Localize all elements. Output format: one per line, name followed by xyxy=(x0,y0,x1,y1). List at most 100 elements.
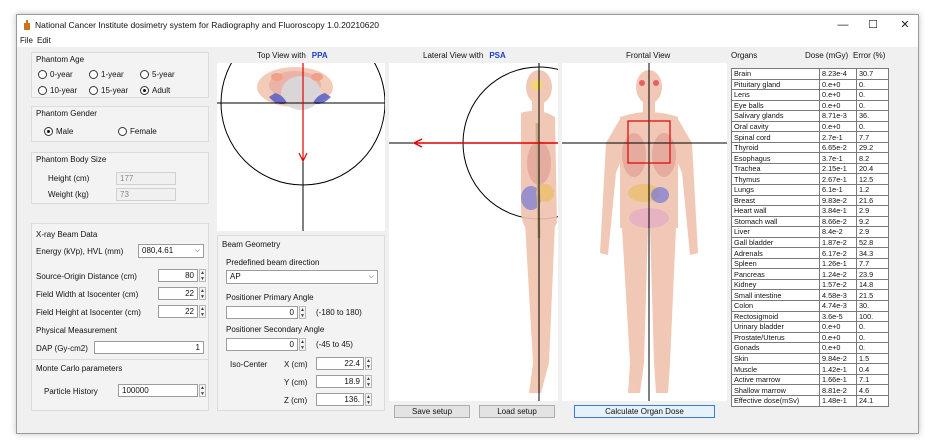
table-row[interactable]: Esophagus 3.7e-1 8.2 xyxy=(731,152,889,164)
primary-angle-spinner[interactable]: ▲ ▼ xyxy=(299,306,306,319)
table-row[interactable]: Active marrow 1.66e-1 7.1 xyxy=(731,373,889,386)
iso-y-spinner[interactable]: ▲ ▼ xyxy=(365,375,372,388)
minimize-icon[interactable]: — xyxy=(835,18,851,32)
frontal-view[interactable] xyxy=(562,63,727,401)
table-row[interactable]: Spinal cord 2.7e-1 7.7 xyxy=(731,131,889,143)
field-height-spinner[interactable]: ▲ ▼ xyxy=(199,305,206,318)
dap-input[interactable]: 1 xyxy=(94,341,204,354)
top-view[interactable] xyxy=(217,63,385,231)
lateral-view[interactable] xyxy=(389,63,558,401)
maximize-icon[interactable]: ☐ xyxy=(865,18,881,32)
energy-select[interactable]: 080,4.61 ⌵ xyxy=(138,244,204,258)
table-row[interactable]: Thyroid 6.65e-2 29.2 xyxy=(731,141,889,154)
organ-error-cell: 7.1 xyxy=(856,373,889,386)
table-row[interactable]: Urinary bladder 0.e+0 0. xyxy=(731,321,889,333)
organ-dose-cell: 0.e+0 xyxy=(819,99,857,112)
organ-dose-cell: 0.e+0 xyxy=(819,78,857,91)
table-row[interactable]: Muscle 1.42e-1 0.4 xyxy=(731,363,889,375)
secondary-angle-spinner[interactable]: ▲ ▼ xyxy=(299,338,306,351)
table-row[interactable]: Skin 9.84e-2 1.5 xyxy=(731,352,889,365)
table-row[interactable]: Lens 0.e+0 0. xyxy=(731,89,889,101)
table-row[interactable]: Gall bladder 1.87e-2 52.8 xyxy=(731,236,889,249)
iso-z-label: Z (cm) xyxy=(284,396,308,405)
table-row[interactable]: Pancreas 1.24e-2 23.9 xyxy=(731,268,889,280)
gender-radio-male[interactable]: Male xyxy=(44,127,73,136)
particle-history-spinner[interactable]: ▲ ▼ xyxy=(199,384,206,397)
load-setup-button[interactable]: Load setup xyxy=(479,405,555,418)
organ-dose-cell: 1.66e-1 xyxy=(819,373,857,386)
field-width-input[interactable]: 22 xyxy=(158,287,198,300)
organ-name-cell: Trachea xyxy=(731,162,820,175)
table-row[interactable]: Kidney 1.57e-2 14.8 xyxy=(731,278,889,291)
field-height-input[interactable]: 22 xyxy=(158,305,198,318)
sod-input[interactable]: 80 xyxy=(158,269,198,282)
table-row[interactable]: Pituitary gland 0.e+0 0. xyxy=(731,78,889,91)
phantom-age-label: Phantom Age xyxy=(36,55,85,64)
age-radio-1-year[interactable]: 1-year xyxy=(89,70,124,79)
iso-x-input[interactable]: 22.4 xyxy=(316,357,364,370)
phantom-gender-label: Phantom Gender xyxy=(36,109,97,118)
organ-error-cell: 8.2 xyxy=(856,152,889,164)
organ-dose-cell: 2.67e-1 xyxy=(819,173,857,185)
beam-direction-select[interactable]: AP ⌵ xyxy=(226,270,378,284)
table-row[interactable]: Adrenals 6.17e-2 34.3 xyxy=(731,247,889,259)
organ-error-cell: 7.7 xyxy=(856,257,889,270)
table-row[interactable]: Thymus 2.67e-1 12.5 xyxy=(731,173,889,185)
iso-z-input[interactable]: 136. xyxy=(316,393,364,406)
table-row[interactable]: Rectosigmoid 3.6e-5 100. xyxy=(731,310,889,323)
organ-dose-cell: 3.6e-5 xyxy=(819,310,857,323)
particle-history-label: Particle History xyxy=(44,387,98,396)
table-row[interactable]: Brain 8.23e-4 30.7 xyxy=(731,68,889,80)
organ-dose-cell: 9.84e-2 xyxy=(819,352,857,365)
age-radio-0-year[interactable]: 0-year xyxy=(38,70,73,79)
age-radio-5-year[interactable]: 5-year xyxy=(140,70,175,79)
organ-dose-cell: 8.4e-2 xyxy=(819,226,857,238)
iso-y-input[interactable]: 18.9 xyxy=(316,375,364,388)
organ-error-cell: 0. xyxy=(856,99,889,112)
organ-dose-cell: 3.84e-1 xyxy=(819,205,857,217)
primary-angle-input[interactable]: 0 xyxy=(226,306,298,319)
organ-name-cell: Active marrow xyxy=(731,373,820,386)
iso-z-spinner[interactable]: ▲ ▼ xyxy=(365,393,372,406)
calculate-organ-dose-button[interactable]: Calculate Organ Dose xyxy=(574,405,715,418)
table-row[interactable]: Shallow marrow 8.81e-2 4.6 xyxy=(731,384,889,396)
close-icon[interactable]: ✕ xyxy=(897,18,913,32)
particle-history-input[interactable]: 100000 xyxy=(118,384,198,397)
table-row[interactable]: Small intestine 4.58e-3 21.5 xyxy=(731,289,889,302)
app-window: National Cancer Institute dosimetry syst… xyxy=(16,14,919,434)
window-title: National Cancer Institute dosimetry syst… xyxy=(35,20,379,30)
chevron-down-icon: ⌵ xyxy=(194,247,200,254)
age-radio-10-year[interactable]: 10-year xyxy=(38,86,77,95)
gender-radio-female[interactable]: Female xyxy=(118,127,157,136)
table-row[interactable]: Lungs 6.1e-1 1.2 xyxy=(731,184,889,196)
field-width-spinner[interactable]: ▲ ▼ xyxy=(199,287,206,300)
iso-x-spinner[interactable]: ▲ ▼ xyxy=(365,357,372,370)
table-row[interactable]: Spleen 1.26e-1 7.7 xyxy=(731,257,889,270)
secondary-angle-label: Positioner Secondary Angle xyxy=(226,325,325,334)
table-row[interactable]: Oral cavity 0.e+0 0. xyxy=(731,120,889,133)
table-row[interactable]: Colon 4.74e-3 30. xyxy=(731,300,889,312)
table-row[interactable]: Breast 9.83e-2 21.6 xyxy=(731,194,889,207)
organ-error-cell: 9.2 xyxy=(856,215,889,228)
table-row[interactable]: Heart wall 3.84e-1 2.9 xyxy=(731,205,889,217)
table-row[interactable]: Prostate/Uterus 0.e+0 0. xyxy=(731,331,889,344)
table-row[interactable]: Gonads 0.e+0 0. xyxy=(731,342,889,354)
organ-name-cell: Shallow marrow xyxy=(731,384,820,396)
save-setup-button[interactable]: Save setup xyxy=(394,405,470,418)
organ-name-cell: Skin xyxy=(731,352,820,365)
table-row[interactable]: Stomach wall 8.66e-2 9.2 xyxy=(731,215,889,228)
organ-error-cell: 21.5 xyxy=(856,289,889,302)
menu-edit[interactable]: Edit xyxy=(37,36,51,45)
table-row[interactable]: Liver 8.4e-2 2.9 xyxy=(731,226,889,238)
table-row[interactable]: Trachea 2.15e-1 20.4 xyxy=(731,162,889,175)
secondary-angle-input[interactable]: 0 xyxy=(226,338,298,351)
beam-data-label: X-ray Beam Data xyxy=(36,230,98,239)
age-radio-15-year[interactable]: 15-year xyxy=(89,86,128,95)
table-row[interactable]: Eye balls 0.e+0 0. xyxy=(731,99,889,112)
table-row[interactable]: Salivary glands 8.71e-3 36. xyxy=(731,110,889,122)
table-row[interactable]: Effective dose(mSv) 1.48e-1 24.1 xyxy=(731,394,889,407)
body-size-group: Phantom Body Size Height (cm) 177 Weight… xyxy=(31,152,209,204)
menu-file[interactable]: File xyxy=(20,36,33,45)
sod-spinner[interactable]: ▲ ▼ xyxy=(199,269,206,282)
age-radio-adult[interactable]: Adult xyxy=(140,86,170,95)
